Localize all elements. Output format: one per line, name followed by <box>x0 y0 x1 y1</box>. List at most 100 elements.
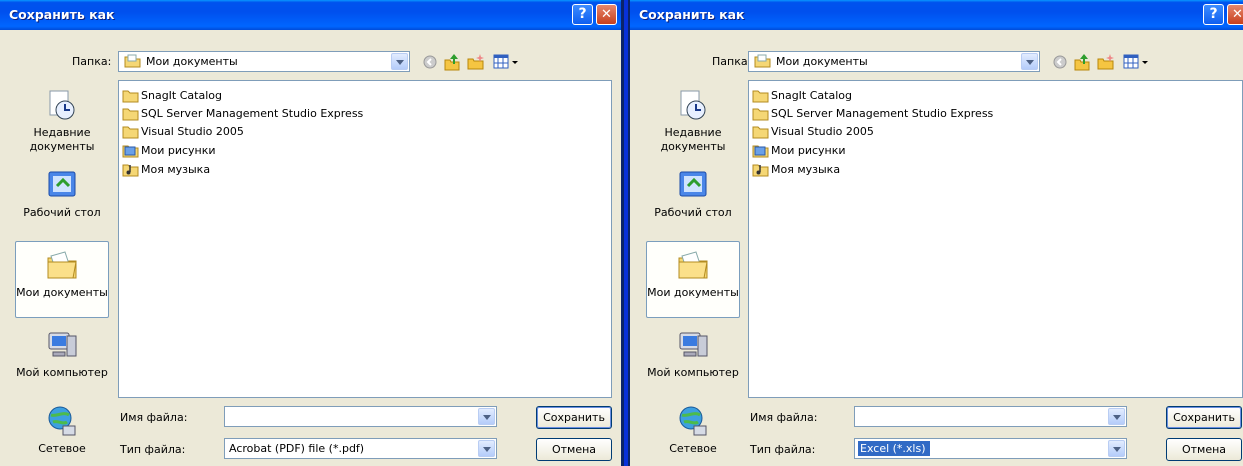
desktop-icon <box>48 171 76 197</box>
my-computer-icon <box>48 332 77 357</box>
place-label: Рабочий стол <box>23 206 101 219</box>
folder-icon <box>752 126 769 139</box>
place-my-computer[interactable]: Мой компьютер <box>15 328 109 380</box>
place-label: Сетевое <box>38 442 86 455</box>
place-label: Недавние документы <box>660 126 726 153</box>
new-folder-icon[interactable] <box>466 52 486 72</box>
filetype-select[interactable]: Acrobat (PDF) file (*.pdf) <box>224 438 497 459</box>
title-bar[interactable]: Сохранить как ? ✕ <box>0 0 621 30</box>
file-list[interactable]: SnagIt Catalog SQL Server Management Stu… <box>118 80 612 398</box>
recent-documents-icon <box>680 90 706 120</box>
view-menu-icon[interactable] <box>492 52 522 72</box>
places-bar: Недавние документы Рабочий стол Мои доку… <box>15 80 109 466</box>
filetype-dropdown-button[interactable] <box>478 440 495 457</box>
file-name: Visual Studio 2005 <box>771 125 874 138</box>
place-label: Мои документы <box>647 286 739 299</box>
network-icon <box>679 406 707 436</box>
place-network[interactable]: Сетевое <box>15 404 109 456</box>
place-label: Сетевое <box>669 442 717 455</box>
folder-icon <box>752 90 769 103</box>
pictures-folder-icon <box>122 145 139 158</box>
music-folder-icon <box>752 164 769 177</box>
place-recent-documents[interactable]: Недавние документы <box>15 88 109 154</box>
my-computer-icon <box>679 332 708 357</box>
folder-combobox[interactable]: Мои документы <box>118 51 410 72</box>
place-label: Рабочий стол <box>654 206 732 219</box>
my-documents-icon <box>47 251 77 279</box>
place-my-documents[interactable]: Мои документы <box>15 241 109 318</box>
dialog-title: Сохранить как <box>9 7 115 22</box>
folder-label: Папка: <box>72 55 112 68</box>
folder-dropdown-button[interactable] <box>391 53 408 70</box>
place-label: Мой компьютер <box>647 366 739 379</box>
place-desktop[interactable]: Рабочий стол <box>646 168 740 220</box>
file-name: Моя музыка <box>771 163 841 176</box>
file-name: Мои рисунки <box>141 144 216 157</box>
filetype-select[interactable]: Excel (*.xls) <box>854 438 1127 459</box>
folder-dropdown-button[interactable] <box>1021 53 1038 70</box>
my-documents-icon <box>678 251 708 279</box>
my-documents-folder-icon <box>124 54 141 68</box>
folder-icon <box>122 108 139 121</box>
back-icon[interactable] <box>420 52 440 72</box>
up-folder-icon[interactable] <box>1072 52 1092 72</box>
close-button[interactable]: ✕ <box>1227 4 1243 25</box>
place-label: Мой компьютер <box>16 366 108 379</box>
close-button[interactable]: ✕ <box>596 4 617 25</box>
desktop-icon <box>679 171 707 197</box>
cancel-button[interactable]: Отмена <box>536 438 612 461</box>
filename-field[interactable] <box>224 406 497 427</box>
folder-value: Мои документы <box>146 55 238 68</box>
help-button[interactable]: ? <box>572 4 593 25</box>
place-my-documents[interactable]: Мои документы <box>646 241 740 318</box>
new-folder-icon[interactable] <box>1096 52 1116 72</box>
save-button[interactable]: Сохранить <box>536 406 612 429</box>
up-folder-icon[interactable] <box>442 52 462 72</box>
file-name: Моя музыка <box>141 163 211 176</box>
help-button[interactable]: ? <box>1203 4 1224 25</box>
file-name: SnagIt Catalog <box>771 89 852 102</box>
place-my-computer[interactable]: Мой компьютер <box>646 328 740 380</box>
file-name: SQL Server Management Studio Express <box>771 107 994 120</box>
folder-combobox[interactable]: Мои документы <box>748 51 1040 72</box>
file-name: Мои рисунки <box>771 144 846 157</box>
save-button[interactable]: Сохранить <box>1166 406 1242 429</box>
title-bar[interactable]: Сохранить как ? ✕ <box>630 0 1243 30</box>
my-documents-folder-icon <box>754 54 771 68</box>
file-name: SnagIt Catalog <box>141 89 222 102</box>
place-recent-documents[interactable]: Недавние документы <box>646 88 740 154</box>
dialog-title: Сохранить как <box>639 7 745 22</box>
folder-label: Папка: <box>712 55 752 68</box>
folder-icon <box>122 126 139 139</box>
view-menu-icon[interactable] <box>1122 52 1152 72</box>
filename-dropdown-button[interactable] <box>1108 408 1125 425</box>
back-icon[interactable] <box>1050 52 1070 72</box>
folder-icon <box>752 108 769 121</box>
file-name: Visual Studio 2005 <box>141 125 244 138</box>
place-network[interactable]: Сетевое <box>646 404 740 456</box>
pictures-folder-icon <box>752 145 769 158</box>
filetype-label: Тип файла: <box>120 443 186 456</box>
place-desktop[interactable]: Рабочий стол <box>15 168 109 220</box>
place-label: Мои документы <box>16 286 108 299</box>
cancel-button[interactable]: Отмена <box>1166 438 1242 461</box>
filetype-label: Тип файла: <box>750 443 816 456</box>
save-as-dialog-left: Сохранить как ? ✕ Папка: Мои документы Н… <box>0 0 624 466</box>
filetype-value: Acrobat (PDF) file (*.pdf) <box>229 442 365 455</box>
file-list[interactable]: SnagIt Catalog SQL Server Management Stu… <box>748 80 1243 398</box>
folder-icon <box>122 90 139 103</box>
filetype-value: Excel (*.xls) <box>858 441 930 456</box>
save-as-dialog-right: Сохранить как ? ✕ Папка: Мои документы Н… <box>628 0 1243 466</box>
filename-label: Имя файла: <box>120 411 188 424</box>
filename-field[interactable] <box>854 406 1127 427</box>
places-bar: Недавние документы Рабочий стол Мои доку… <box>646 80 740 466</box>
network-icon <box>48 406 76 436</box>
filetype-dropdown-button[interactable] <box>1108 440 1125 457</box>
filename-label: Имя файла: <box>750 411 818 424</box>
filename-dropdown-button[interactable] <box>478 408 495 425</box>
recent-documents-icon <box>49 90 75 120</box>
file-name: SQL Server Management Studio Express <box>141 107 364 120</box>
music-folder-icon <box>122 164 139 177</box>
place-label: Недавние документы <box>29 126 95 153</box>
folder-value: Мои документы <box>776 55 868 68</box>
